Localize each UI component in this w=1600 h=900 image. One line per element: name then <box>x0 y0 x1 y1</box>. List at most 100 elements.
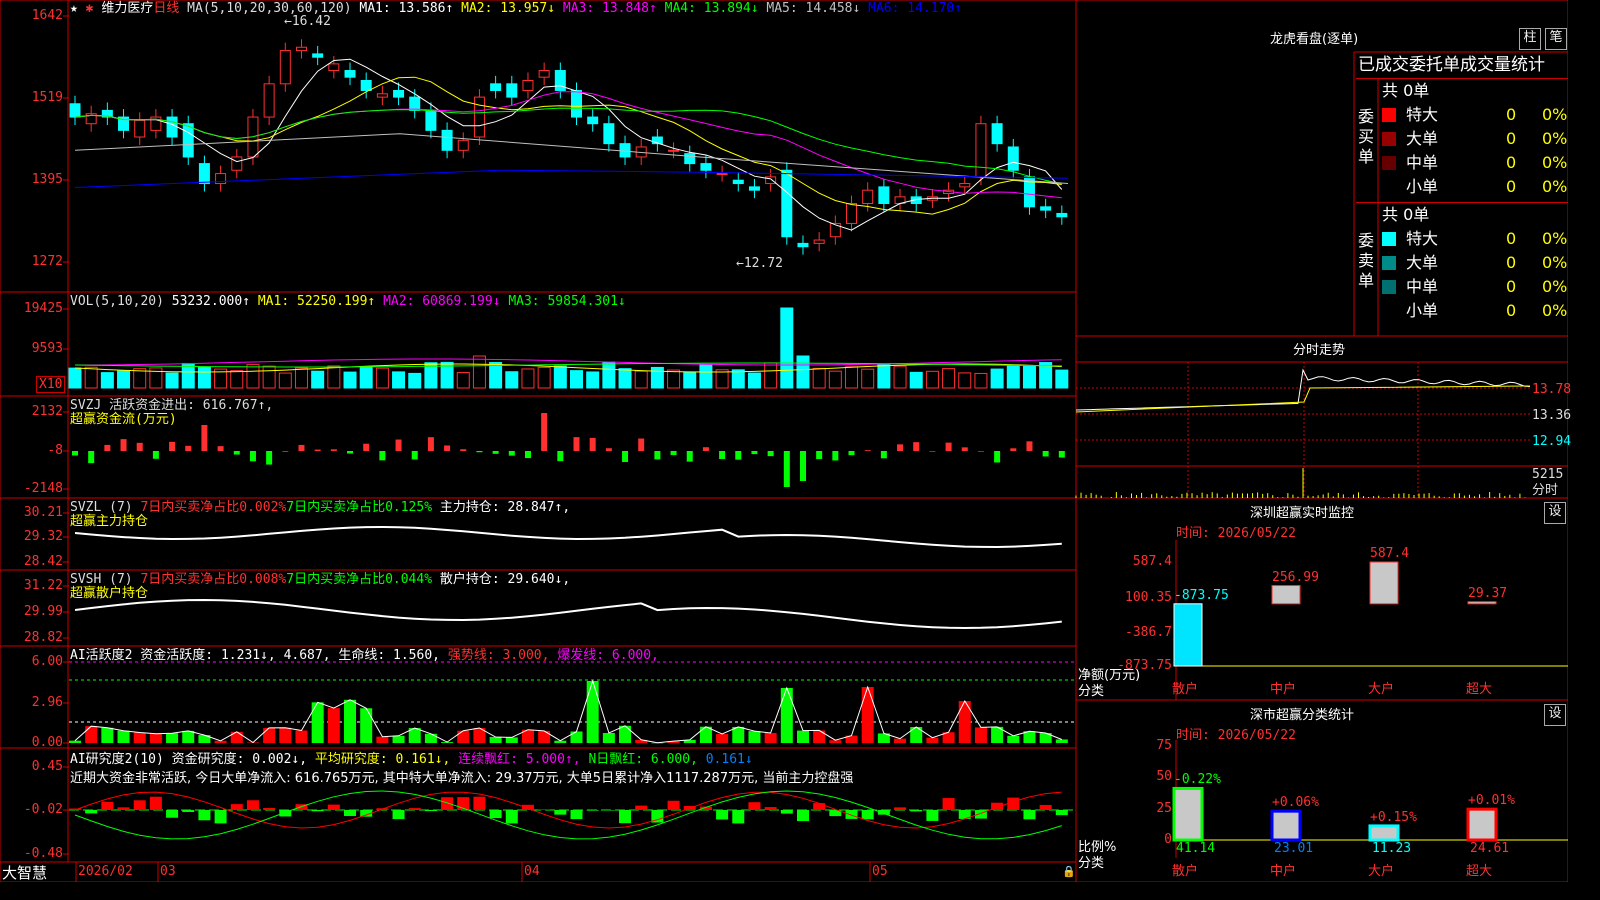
chart-canvas[interactable] <box>0 0 1568 882</box>
money-flow-bar <box>217 446 224 451</box>
buy-row-color-swatch <box>1382 108 1396 122</box>
candle <box>684 153 696 165</box>
research-bar <box>263 808 276 810</box>
money-flow-bar <box>719 451 726 459</box>
money-flow-bar <box>767 451 774 457</box>
volume-bar <box>1006 365 1020 389</box>
bar-value-label: 256.99 <box>1272 569 1319 585</box>
svsh-label: SVSH (7) <box>70 572 133 587</box>
candle <box>166 116 178 138</box>
research-bar <box>246 800 259 810</box>
y-tick-label: 25 <box>1156 800 1172 816</box>
volume-bar <box>764 362 778 389</box>
money-flow-bar <box>395 439 402 451</box>
money-flow-bar <box>282 451 289 452</box>
volume-bar <box>586 371 600 389</box>
candle <box>748 186 760 191</box>
volume-bar <box>343 371 357 389</box>
intraday-title: 分时走势 <box>1293 343 1346 358</box>
money-flow-bar <box>88 451 95 464</box>
activity-bar <box>602 732 615 743</box>
candle <box>668 149 680 152</box>
volume-bar <box>133 368 147 389</box>
activity-bar <box>101 727 114 743</box>
ai-research-label: AI研究度2(10) 资金研究度: 0.002↓, <box>70 752 308 767</box>
activity-bar <box>263 727 276 743</box>
period-label[interactable]: 日线 <box>153 1 179 16</box>
money-flow-bar <box>702 447 709 451</box>
activity-bar <box>149 733 162 743</box>
volume-bar <box>472 355 486 389</box>
svsh-part2: 7日内买卖净占比0.044% <box>286 572 433 587</box>
star-icon[interactable]: ★ <box>70 1 78 16</box>
buy-orders-panel: 委买单 共 0单 特大 0 0% 大单 0 0% 中单 0 0% 小单 0 0% <box>1356 78 1568 202</box>
money-flow-bar <box>185 445 192 451</box>
money-flow-bar <box>363 443 370 451</box>
activity-bar <box>182 730 195 743</box>
money-flow-bar <box>379 451 386 461</box>
lock-icon[interactable]: 🔒 <box>1062 864 1076 879</box>
buy-row-percent: 0% <box>1542 129 1568 148</box>
ma-line <box>74 76 1062 215</box>
money-flow-bar <box>913 442 920 451</box>
money-flow-bar <box>169 441 176 451</box>
money-flow-bar <box>961 447 968 451</box>
candle <box>878 186 890 204</box>
candle <box>182 123 194 158</box>
y-tick-label: 2132 <box>31 404 63 419</box>
activity-bar <box>586 681 599 743</box>
research-bar <box>602 810 615 811</box>
candle <box>295 46 307 52</box>
buy-row-color-swatch <box>1382 132 1396 146</box>
money-flow-bar <box>508 451 515 456</box>
pen-mode-button[interactable]: 笔 <box>1545 28 1567 50</box>
bar-mode-button[interactable]: 柱 <box>1519 28 1541 50</box>
brand-label[interactable]: 大智慧 <box>2 864 47 882</box>
activity-bar <box>295 730 308 743</box>
sell-row-color-swatch <box>1382 256 1396 270</box>
pin-icon[interactable]: ✱ <box>86 1 94 16</box>
bar-value-label: -873.75 <box>1174 587 1229 603</box>
svzl-subtitle: 超赢主力持仓 <box>70 514 149 529</box>
candle <box>198 163 210 185</box>
research-bar <box>1039 804 1052 810</box>
candle <box>457 139 469 151</box>
candle <box>473 96 485 138</box>
activity-bar <box>926 737 939 743</box>
volume-label: VOL(5,10,20) <box>70 294 164 309</box>
volume-unit-label[interactable]: X10 <box>36 376 66 393</box>
bar-value-label: 29.37 <box>1468 585 1508 601</box>
money-flow-bar <box>880 451 887 459</box>
net-amount-bar <box>1369 561 1399 605</box>
ma3-value: MA3: 13.848↑ <box>555 1 657 16</box>
sz-class-settings-button[interactable]: 设 <box>1544 704 1566 726</box>
research-bar <box>441 797 454 810</box>
research-bar <box>667 800 680 810</box>
money-flow-bar <box>201 425 208 451</box>
sell-row-name: 特大 <box>1406 229 1439 248</box>
y-tick-label: 587.4 <box>1132 554 1172 569</box>
sz-monitor-settings-button[interactable]: 设 <box>1544 502 1566 524</box>
retail-position-line <box>74 598 1062 630</box>
candle <box>813 239 825 244</box>
money-flow-bar <box>330 449 337 451</box>
change-label: -0.22% <box>1174 772 1221 788</box>
volume-bar <box>570 370 583 389</box>
activity-bar <box>538 730 551 743</box>
category-label: 大户 <box>1368 864 1395 879</box>
research-bar <box>424 810 437 812</box>
category-label: 中户 <box>1270 864 1297 879</box>
ma5-value: MA5: 14.458↓ <box>758 1 861 16</box>
activity-bar <box>166 733 179 743</box>
research-bar <box>538 809 551 810</box>
activity-bar <box>311 702 324 743</box>
volume-bar <box>958 372 972 389</box>
buy-row-percent: 0% <box>1542 153 1568 172</box>
ratio-bar <box>1368 824 1400 842</box>
x-tick-label: 05 <box>872 864 888 879</box>
buy-row-color-swatch <box>1382 156 1396 170</box>
candle <box>846 202 858 224</box>
activity-bar <box>619 725 632 743</box>
symbol-name[interactable]: 维力医疗 <box>101 1 153 16</box>
sell-row-count: 0 <box>1506 229 1517 248</box>
